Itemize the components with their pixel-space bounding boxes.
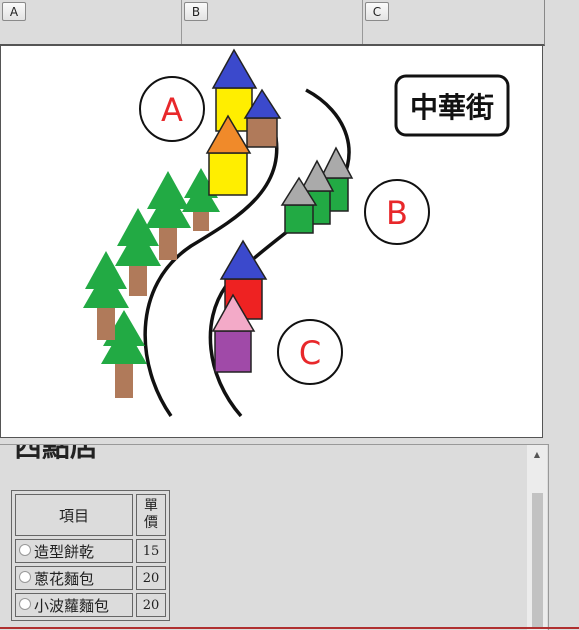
table-row: 小波蘿麵包 20 (15, 593, 166, 617)
vertical-scrollbar[interactable]: ▲ (527, 445, 547, 630)
area-b-marker: B (364, 179, 430, 245)
item-radio[interactable] (19, 570, 31, 583)
area-b-label: B (386, 194, 408, 232)
area-c-label: C (299, 334, 321, 372)
item-cell: 小波蘿麵包 (15, 593, 133, 617)
tab-a-button[interactable]: A (2, 2, 26, 21)
item-radio[interactable] (19, 543, 31, 556)
street-sign: 中華街 (394, 74, 510, 137)
scrollbar-thumb[interactable] (532, 493, 543, 629)
area-a-label: A (161, 91, 183, 129)
item-radio[interactable] (19, 597, 31, 610)
area-a-marker: A (139, 76, 205, 142)
tree-icon (145, 171, 191, 260)
tab-b-button[interactable]: B (184, 2, 208, 21)
price-cell: 20 (136, 566, 166, 590)
price-cell: 20 (136, 593, 166, 617)
frame-b: B (182, 0, 363, 44)
shop-panel: 西點店 項目 單價 造型餅乾 15 蔥花麵包 20 小波蘿麵包 20 ▲ (0, 444, 549, 630)
column-header-item: 項目 (15, 494, 133, 536)
price-cell: 15 (136, 539, 166, 563)
street-illustration: A B C 中華街 (83, 48, 510, 418)
tab-c-button[interactable]: C (365, 2, 389, 21)
shop-title: 西點店 (14, 444, 99, 463)
frame-a: A (0, 0, 182, 44)
item-cell: 造型餅乾 (15, 539, 133, 563)
item-name: 蔥花麵包 (34, 569, 95, 588)
item-name: 造型餅乾 (34, 542, 95, 561)
table-row: 蔥花麵包 20 (15, 566, 166, 590)
column-header-price: 單價 (136, 494, 166, 536)
scroll-up-arrow-icon[interactable]: ▲ (527, 447, 547, 463)
area-c-marker: C (277, 319, 343, 385)
table-header-row: 項目 單價 (15, 494, 166, 536)
top-toolbar: A B C (0, 0, 545, 46)
street-sign-text: 中華街 (410, 91, 494, 124)
price-table: 項目 單價 造型餅乾 15 蔥花麵包 20 小波蘿麵包 20 (11, 490, 170, 621)
item-name: 小波蘿麵包 (34, 596, 110, 615)
frame-c: C (363, 0, 544, 44)
table-row: 造型餅乾 15 (15, 539, 166, 563)
price-header-text: 單價 (144, 498, 158, 531)
item-cell: 蔥花麵包 (15, 566, 133, 590)
street-map: A B C 中華街 (0, 45, 543, 438)
